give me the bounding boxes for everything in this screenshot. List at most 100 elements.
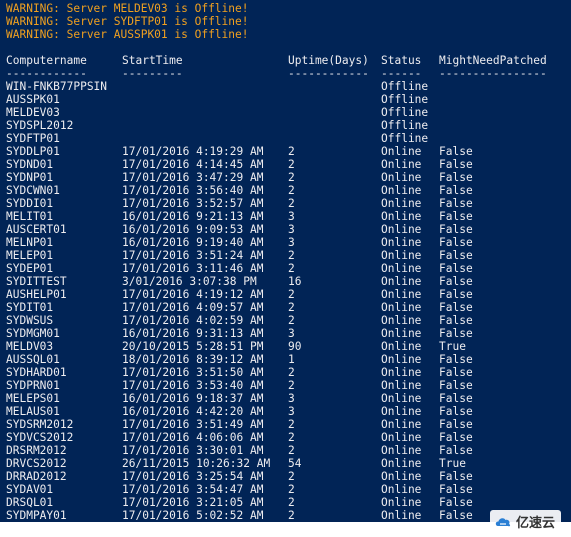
cell-starttime: 17/01/2016 3:30:01 AM: [122, 444, 264, 457]
cell-computername: SYDSPL2012: [6, 119, 74, 132]
cell-mightneedpatched: False: [439, 158, 473, 171]
cell-computername: SYDHARD01: [6, 366, 67, 379]
cell-mightneedpatched: False: [439, 496, 473, 509]
cell-uptime: 2: [288, 262, 295, 275]
cell-computername: MELAUS01: [6, 405, 60, 418]
table-row: SYDVCS2012 17/01/2016 4:06:06 AM 2 Online Fa…: [0, 431, 571, 444]
cell-status: Online: [381, 392, 422, 405]
cell-starttime: 17/01/2016 4:02:59 AM: [122, 314, 264, 327]
cell-mightneedpatched: False: [439, 223, 473, 236]
cell-starttime: 17/01/2016 3:47:29 AM: [122, 171, 264, 184]
cell-computername: WIN-FNKB77PPSIN: [6, 80, 108, 93]
header-mightneedpatched: MightNeedPatched: [439, 54, 547, 67]
cell-status: Online: [381, 210, 422, 223]
cell-starttime: 17/01/2016 3:11:46 AM: [122, 262, 264, 275]
footer-strip: [0, 522, 571, 537]
header-status: Status: [381, 54, 422, 67]
table-row: SYDPRN01 17/01/2016 3:53:40 AM 2 Online Fals…: [0, 379, 571, 392]
cell-uptime: 2: [288, 483, 295, 496]
cell-starttime: 17/01/2016 3:51:50 AM: [122, 366, 264, 379]
cell-uptime: 3: [288, 210, 295, 223]
cell-uptime: 3: [288, 392, 295, 405]
cell-mightneedpatched: False: [439, 444, 473, 457]
table-row: SYDFTP01 Offline: [0, 132, 571, 145]
cell-status: Online: [381, 236, 422, 249]
table-row: SYDMPAY01 17/01/2016 5:02:52 AM 2 Online Fal…: [0, 509, 571, 522]
table-row: MELEP01 17/01/2016 3:51:24 AM 2 Online False: [0, 249, 571, 262]
cell-status: Online: [381, 301, 422, 314]
cell-status: Online: [381, 288, 422, 301]
cell-status: Online: [381, 509, 422, 522]
cell-uptime: 2: [288, 158, 295, 171]
table-row: SYDAV01 17/01/2016 3:54:47 AM 2 Online False: [0, 483, 571, 496]
cell-uptime: 3: [288, 405, 295, 418]
cell-computername: AUSSQL01: [6, 353, 60, 366]
cell-status: Online: [381, 496, 422, 509]
table-row: SYDCWN01 17/01/2016 3:56:40 AM 2 Online Fals…: [0, 184, 571, 197]
cell-computername: AUSHELP01: [6, 288, 67, 301]
table-row: AUSSPK01 Offline: [0, 93, 571, 106]
cell-uptime: 16: [288, 275, 302, 288]
cell-uptime: 1: [288, 353, 295, 366]
cell-computername: DRSQL01: [6, 496, 54, 509]
cell-mightneedpatched: False: [439, 483, 473, 496]
cell-computername: SYDMGM01: [6, 327, 60, 340]
cell-computername: MELDEV03: [6, 106, 60, 119]
cell-computername: SYDIT01: [6, 301, 54, 314]
cell-status: Online: [381, 327, 422, 340]
table-row: SYDSPL2012 Offline: [0, 119, 571, 132]
cell-status: Online: [381, 353, 422, 366]
cell-status: Online: [381, 431, 422, 444]
table-row: MELDV03 20/10/2015 5:28:51 PM 90 Online True: [0, 340, 571, 353]
cell-status: Online: [381, 158, 422, 171]
cell-starttime: 16/01/2016 9:18:37 AM: [122, 392, 264, 405]
cell-uptime: 2: [288, 145, 295, 158]
cell-computername: SYDVCS2012: [6, 431, 74, 444]
table-row: DRSRM2012 17/01/2016 3:30:01 AM 2 Online Fal…: [0, 444, 571, 457]
cell-status: Online: [381, 405, 422, 418]
cell-status: Online: [381, 223, 422, 236]
table-row: MELEPS01 16/01/2016 9:18:37 AM 3 Online Fals…: [0, 392, 571, 405]
powershell-console[interactable]: WARNING: Server MELDEV03 is Offline! WAR…: [0, 0, 571, 522]
table-row: SYDEP01 17/01/2016 3:11:46 AM 2 Online False: [0, 262, 571, 275]
separator-mightneedpatched: ----------------: [439, 67, 547, 80]
cell-mightneedpatched: False: [439, 249, 473, 262]
cell-starttime: 17/01/2016 4:19:29 AM: [122, 145, 264, 158]
cell-uptime: 3: [288, 327, 295, 340]
cell-computername: SYDEP01: [6, 262, 54, 275]
cell-starttime: 17/01/2016 3:52:57 AM: [122, 197, 264, 210]
cell-starttime: 16/01/2016 9:21:13 AM: [122, 210, 264, 223]
cell-starttime: 17/01/2016 3:51:24 AM: [122, 249, 264, 262]
table-row: DRVCS2012 26/11/2015 10:26:32 AM 54 Online T…: [0, 457, 571, 470]
cell-mightneedpatched: False: [439, 236, 473, 249]
cell-status: Online: [381, 366, 422, 379]
table-row: AUSCERT01 16/01/2016 9:09:53 AM 3 Online Fal…: [0, 223, 571, 236]
cell-status: Online: [381, 470, 422, 483]
table-row: AUSHELP01 17/01/2016 4:19:12 AM 2 Online Fal…: [0, 288, 571, 301]
cell-starttime: 17/01/2016 3:54:47 AM: [122, 483, 264, 496]
cell-starttime: 17/01/2016 4:14:45 AM: [122, 158, 264, 171]
table-row: SYDDLP01 17/01/2016 4:19:29 AM 2 Online Fals…: [0, 145, 571, 158]
header-computername: Computername: [6, 54, 87, 67]
cell-starttime: 17/01/2016 3:51:49 AM: [122, 418, 264, 431]
cell-computername: DRVCS2012: [6, 457, 67, 470]
cell-computername: SYDDI01: [6, 197, 54, 210]
cell-mightneedpatched: False: [439, 184, 473, 197]
cell-status: Online: [381, 145, 422, 158]
cloud-logo-icon: [495, 517, 511, 526]
cell-starttime: 16/01/2016 9:19:40 AM: [122, 236, 264, 249]
cell-status: Offline: [381, 119, 429, 132]
cell-computername: DRSRM2012: [6, 444, 67, 457]
cell-uptime: 2: [288, 444, 295, 457]
cell-mightneedpatched: False: [439, 275, 473, 288]
separator-status: ------: [381, 67, 422, 80]
watermark: 亿速云: [489, 510, 561, 533]
cell-computername: SYDITTEST: [6, 275, 67, 288]
cell-uptime: 2: [288, 470, 295, 483]
cell-mightneedpatched: False: [439, 366, 473, 379]
table-row: SYDSRM2012 17/01/2016 3:51:49 AM 2 Online Fa…: [0, 418, 571, 431]
cell-uptime: 2: [288, 184, 295, 197]
cell-status: Online: [381, 197, 422, 210]
table-row: DRRAD2012 17/01/2016 3:25:54 AM 2 Online Fal…: [0, 470, 571, 483]
cell-mightneedpatched: False: [439, 171, 473, 184]
